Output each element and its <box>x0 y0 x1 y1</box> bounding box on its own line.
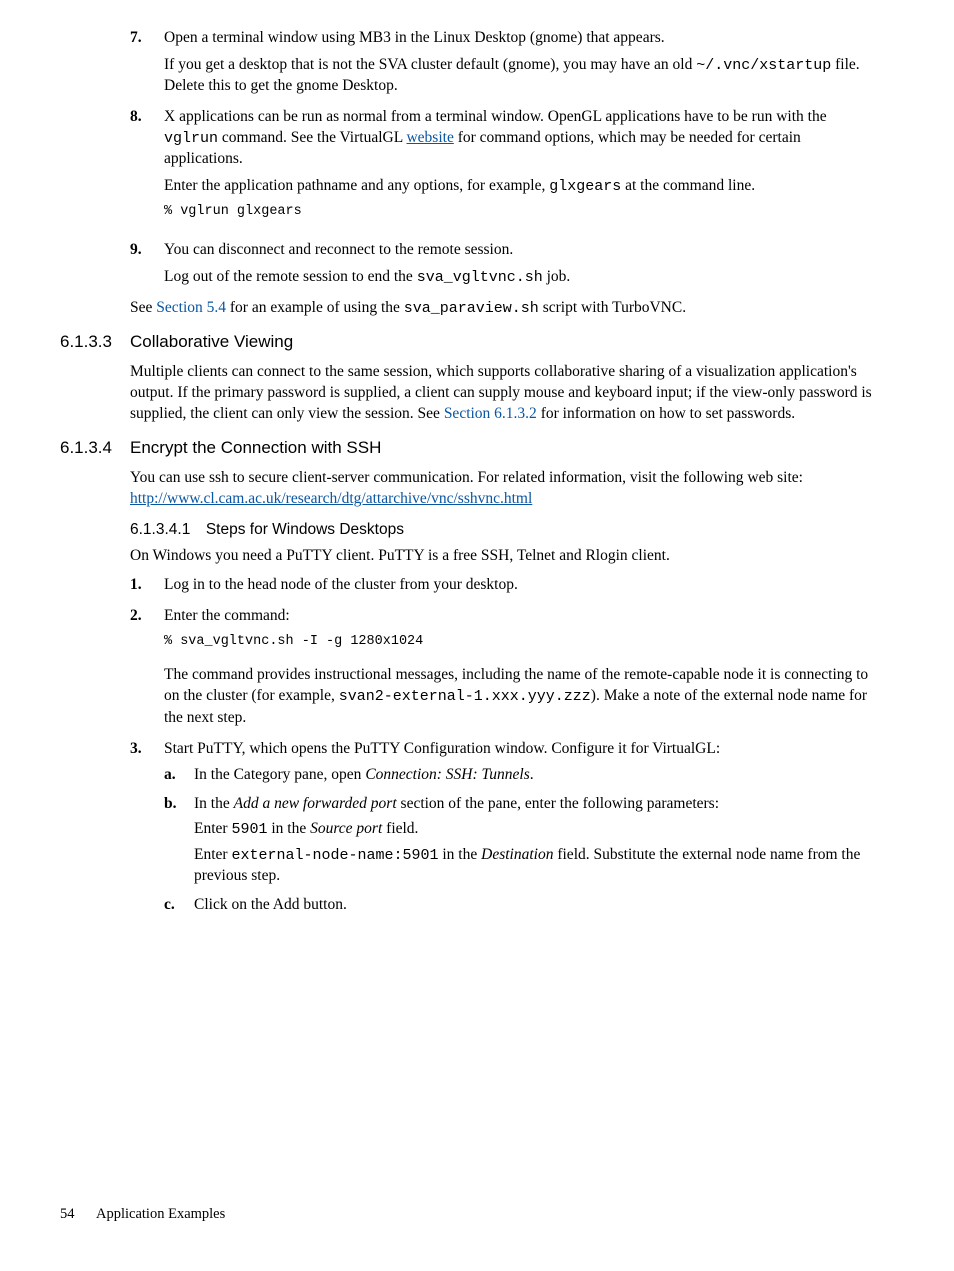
text: job. <box>543 268 571 285</box>
heading-6-1-3-3: 6.1.3.3 Collaborative Viewing <box>60 331 882 354</box>
ui-field: Source port <box>310 820 382 837</box>
ui-section: Add a new forwarded port <box>234 795 397 812</box>
ui-field: Destination <box>481 846 553 863</box>
step-9: 9. You can disconnect and reconnect to t… <box>130 240 882 294</box>
step-number: 7. <box>130 28 164 103</box>
step-number: 9. <box>130 240 164 294</box>
code-block: % vglrun glxgears <box>164 203 882 221</box>
text: Enter the application pathname and any o… <box>164 177 549 194</box>
step-9-p1: You can disconnect and reconnect to the … <box>164 240 882 261</box>
step-9-p2: Log out of the remote session to end the… <box>164 267 882 288</box>
text: If you get a desktop that is not the SVA… <box>164 56 696 73</box>
code-destination: external-node-name:5901 <box>231 847 438 864</box>
step-8-p1: X applications can be run as normal from… <box>164 107 882 170</box>
substep-body: In the Category pane, open Connection: S… <box>194 765 882 790</box>
win-step-3b-line1: Enter 5901 in the Source port field. <box>194 819 882 840</box>
code-hostname: svan2-external-1.xxx.yyy.zzz <box>339 688 591 705</box>
win-step-3: 3. Start PuTTY, which opens the PuTTY Co… <box>130 739 882 924</box>
windows-intro: On Windows you need a PuTTY client. PuTT… <box>130 546 882 567</box>
win-step-3c: c. Click on the Add button. <box>164 895 882 920</box>
code-cmd: glxgears <box>549 178 621 195</box>
xref-section-5-4[interactable]: Section 5.4 <box>156 299 226 316</box>
after-list-paragraph: See Section 5.4 for an example of using … <box>130 298 882 319</box>
win-step-1: 1. Log in to the head node of the cluste… <box>130 575 882 602</box>
collab-paragraph: Multiple clients can connect to the same… <box>130 362 882 425</box>
text: . <box>530 766 534 783</box>
substep-body: Click on the Add button. <box>194 895 882 920</box>
text: Enter <box>194 820 231 837</box>
heading-title: Collaborative Viewing <box>130 331 293 354</box>
text: See <box>130 299 156 316</box>
win-step-3c-text: Click on the Add button. <box>194 895 882 916</box>
step-body: Start PuTTY, which opens the PuTTY Confi… <box>164 739 882 924</box>
heading-number: 6.1.3.3 <box>60 331 130 354</box>
step-body: Enter the command: % sva_vgltvnc.sh -I -… <box>164 606 882 734</box>
text: command. See the VirtualGL <box>218 129 406 146</box>
step-7: 7. Open a terminal window using MB3 in t… <box>130 28 882 103</box>
win-step-2-text: Enter the command: <box>164 606 882 627</box>
ui-path: Connection: SSH: Tunnels <box>365 766 529 783</box>
step-body: You can disconnect and reconnect to the … <box>164 240 882 294</box>
text: for information on how to set passwords. <box>537 405 795 422</box>
text: at the command line. <box>621 177 755 194</box>
text: field. <box>382 820 418 837</box>
text: Log out of the remote session to end the <box>164 268 417 285</box>
heading-6-1-3-4-1: 6.1.3.4.1 Steps for Windows Desktops <box>130 520 882 541</box>
substep-letter: b. <box>164 794 194 890</box>
step-7-p2: If you get a desktop that is not the SVA… <box>164 55 882 97</box>
text: for an example of using the <box>226 299 404 316</box>
substep-body: In the Add a new forwarded port section … <box>194 794 882 890</box>
text: X applications can be run as normal from… <box>164 108 827 125</box>
step-body: Open a terminal window using MB3 in the … <box>164 28 882 103</box>
chapter-title: Application Examples <box>96 1206 225 1222</box>
code-file: sva_vgltvnc.sh <box>417 269 543 286</box>
text: In the <box>194 795 234 812</box>
step-8: 8. X applications can be run as normal f… <box>130 107 882 236</box>
text: in the <box>439 846 482 863</box>
win-step-3b-line2: Enter external-node-name:5901 in the Des… <box>194 845 882 887</box>
text: Enter <box>194 846 231 863</box>
ssh-paragraph: You can use ssh to secure client-server … <box>130 468 882 510</box>
heading-6-1-3-4: 6.1.3.4 Encrypt the Connection with SSH <box>60 437 882 460</box>
heading-number: 6.1.3.4 <box>60 437 130 460</box>
win-step-3b: b. In the Add a new forwarded port secti… <box>164 794 882 890</box>
main-content: 7. Open a terminal window using MB3 in t… <box>130 28 882 319</box>
text: In the Category pane, open <box>194 766 365 783</box>
sshvnc-link[interactable]: http://www.cl.cam.ac.uk/research/dtg/att… <box>130 490 532 507</box>
code-file: sva_paraview.sh <box>404 300 539 317</box>
code-block: % sva_vgltvnc.sh -I -g 1280x1024 <box>164 633 882 651</box>
code-port: 5901 <box>231 821 267 838</box>
substep-letter: c. <box>164 895 194 920</box>
win-step-3-text: Start PuTTY, which opens the PuTTY Confi… <box>164 739 882 760</box>
virtualgl-website-link[interactable]: website <box>406 129 453 146</box>
step-number: 8. <box>130 107 164 236</box>
text: section of the pane, enter the following… <box>397 795 719 812</box>
win-step-2-p2: The command provides instructional messa… <box>164 665 882 728</box>
text: You can use ssh to secure client-server … <box>130 469 803 486</box>
page-footer: 54Application Examples <box>60 1205 225 1225</box>
step-7-p1: Open a terminal window using MB3 in the … <box>164 28 882 49</box>
win-step-2: 2. Enter the command: % sva_vgltvnc.sh -… <box>130 606 882 734</box>
page-number: 54 <box>60 1205 96 1225</box>
step-number: 3. <box>130 739 164 924</box>
code-cmd: vglrun <box>164 130 218 147</box>
step-number: 1. <box>130 575 164 602</box>
heading-title: Encrypt the Connection with SSH <box>130 437 381 460</box>
section-6-1-3-4-body: You can use ssh to secure client-server … <box>130 468 882 924</box>
xref-section-6-1-3-2[interactable]: Section 6.1.3.2 <box>444 405 537 422</box>
section-6-1-3-3-body: Multiple clients can connect to the same… <box>130 362 882 425</box>
win-step-1-text: Log in to the head node of the cluster f… <box>164 575 882 596</box>
win-step-3a: a. In the Category pane, open Connection… <box>164 765 882 790</box>
step-8-p2: Enter the application pathname and any o… <box>164 176 882 197</box>
text: in the <box>267 820 310 837</box>
step-body: Log in to the head node of the cluster f… <box>164 575 882 602</box>
step-body: X applications can be run as normal from… <box>164 107 882 236</box>
text: script with TurboVNC. <box>539 299 686 316</box>
win-step-3b-text: In the Add a new forwarded port section … <box>194 794 882 815</box>
step-number: 2. <box>130 606 164 734</box>
win-step-3a-text: In the Category pane, open Connection: S… <box>194 765 882 786</box>
substep-letter: a. <box>164 765 194 790</box>
code-path: ~/.vnc/xstartup <box>696 57 831 74</box>
